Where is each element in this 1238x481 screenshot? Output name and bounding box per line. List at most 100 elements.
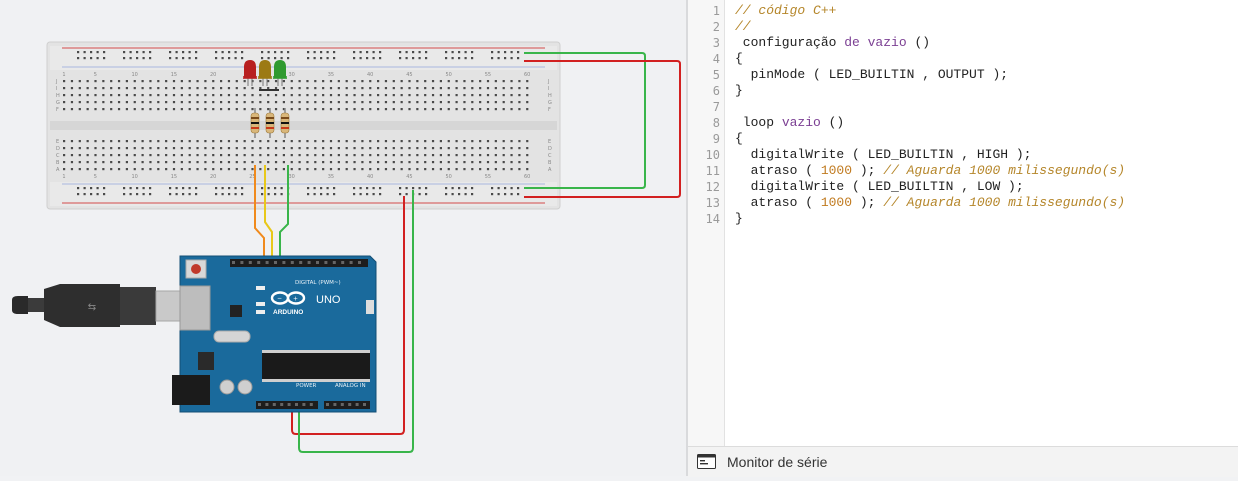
column-number: 10 (131, 72, 137, 78)
regulator (198, 352, 214, 370)
row-letter: F (56, 107, 59, 113)
power-header (256, 401, 318, 409)
code-line[interactable]: } (735, 83, 743, 99)
column-number: 35 (328, 174, 334, 180)
code-token: { (735, 131, 743, 146)
code-token: ); (852, 195, 884, 210)
column-number: 1 (62, 72, 65, 78)
digital-header-label: DIGITAL (PWM~) (295, 280, 341, 286)
code-editor[interactable]: 1 2 3 4 5 6 7 8 9 10 11 12 13 14 // código C++// conf… (688, 0, 1238, 446)
usb-cable[interactable]: ⇆ (12, 284, 191, 327)
column-number: 40 (367, 72, 373, 78)
svg-text:−: − (277, 295, 282, 302)
line-number: 3 (712, 36, 720, 50)
column-number: 60 (524, 72, 530, 78)
crystal (213, 330, 251, 343)
line-number-gutter: 1 2 3 4 5 6 7 8 9 10 11 12 13 14 (688, 0, 725, 446)
chip-small (230, 305, 242, 317)
line-number: 13 (705, 196, 720, 210)
code-token: vazio (781, 115, 821, 130)
row-letter: E (56, 139, 59, 145)
code-token: atraso ( (735, 195, 821, 210)
column-number: 40 (367, 174, 373, 180)
column-number: 20 (210, 174, 216, 180)
code-line[interactable]: loop vazio () (735, 115, 844, 131)
code-line[interactable]: { (735, 131, 743, 147)
serial-monitor-icon (697, 454, 716, 469)
code-line[interactable]: configuração de vazio () (735, 35, 930, 51)
code-token: () (820, 115, 845, 130)
code-token: // código C++ (735, 3, 837, 18)
code-token: atraso ( (735, 163, 821, 178)
serial-monitor-label[interactable]: Monitor de série (727, 454, 827, 470)
column-number: 15 (171, 174, 177, 180)
board-brand-label: ARDUINO (273, 309, 303, 316)
row-letter: C (548, 153, 552, 159)
row-letter: B (56, 160, 60, 166)
column-number: 55 (485, 174, 491, 180)
code-token: } (735, 211, 743, 226)
column-number: 45 (406, 72, 412, 78)
usb-port (179, 285, 211, 331)
serial-monitor-bar[interactable]: Monitor de série (688, 446, 1238, 477)
line-number: 8 (712, 116, 720, 130)
column-number: 45 (406, 174, 412, 180)
code-line[interactable]: atraso ( 1000 ); // Aguarda 1000 milisse… (735, 163, 1126, 179)
circuit-canvas[interactable]: 151015202530354045505560 151015202530354… (0, 0, 686, 476)
row-letter: D (548, 146, 552, 152)
code-line[interactable]: // (735, 19, 751, 35)
line-number: 6 (712, 84, 720, 98)
line-number: 10 (705, 148, 720, 162)
line-number: 11 (705, 164, 720, 178)
atmega-chip (262, 352, 370, 380)
code-token: // (735, 19, 751, 34)
column-number: 35 (328, 72, 334, 78)
column-number: 60 (524, 174, 530, 180)
code-line[interactable]: atraso ( 1000 ); // Aguarda 1000 milisse… (735, 195, 1126, 211)
line-number: 14 (705, 212, 720, 226)
power-header-label: POWER (296, 383, 317, 389)
arduino-uno-board[interactable]: DIGITAL (PWM~) − + UNO ARDUINO POWER ANA… (172, 255, 377, 413)
breadboard[interactable]: 151015202530354045505560 151015202530354… (46, 41, 561, 210)
column-number: 30 (288, 72, 294, 78)
row-letter: C (56, 153, 60, 159)
column-number: 10 (131, 174, 137, 180)
row-letter: A (56, 167, 60, 173)
code-token: () (906, 35, 931, 50)
svg-text:⇆: ⇆ (88, 302, 96, 313)
code-line[interactable]: pinMode ( LED_BUILTIN , OUTPUT ); (735, 67, 1008, 83)
line-number: 7 (712, 100, 720, 114)
column-number: 5 (94, 72, 97, 78)
power-jack (172, 375, 210, 405)
code-token: digitalWrite ( LED_BUILTIN , LOW ); (735, 179, 1024, 194)
code-line[interactable]: digitalWrite ( LED_BUILTIN , HIGH ); (735, 147, 1032, 163)
capacitor-2 (237, 379, 253, 395)
code-line[interactable]: { (735, 51, 743, 67)
column-number: 55 (485, 72, 491, 78)
row-letter: J (55, 79, 57, 85)
row-letter: I (548, 86, 549, 92)
column-number: 15 (171, 72, 177, 78)
code-line[interactable]: // código C++ (735, 3, 836, 19)
column-number: 1 (62, 174, 65, 180)
line-number: 9 (712, 132, 720, 146)
code-token: digitalWrite ( LED_BUILTIN , HIGH ); (735, 147, 1032, 162)
code-line[interactable]: digitalWrite ( LED_BUILTIN , LOW ); (735, 179, 1024, 195)
row-letter: J (547, 79, 549, 85)
row-letter: H (548, 93, 552, 99)
line-number: 2 (712, 20, 720, 34)
row-letter: F (548, 107, 551, 113)
code-line[interactable]: } (735, 211, 743, 227)
circuit-diagram[interactable]: 151015202530354045505560 151015202530354… (0, 0, 686, 476)
code-token: // Aguarda 1000 milissegundo(s) (883, 163, 1126, 178)
code-token: // Aguarda 1000 milissegundo(s) (883, 195, 1126, 210)
row-letter: G (548, 100, 552, 106)
code-token: ); (852, 163, 884, 178)
column-number: 30 (288, 174, 294, 180)
row-letter: H (56, 93, 60, 99)
capacitor-1 (219, 379, 235, 395)
column-number: 20 (210, 72, 216, 78)
line-number: 12 (705, 180, 720, 194)
code-token: de vazio (844, 35, 907, 50)
row-letter: B (548, 160, 552, 166)
